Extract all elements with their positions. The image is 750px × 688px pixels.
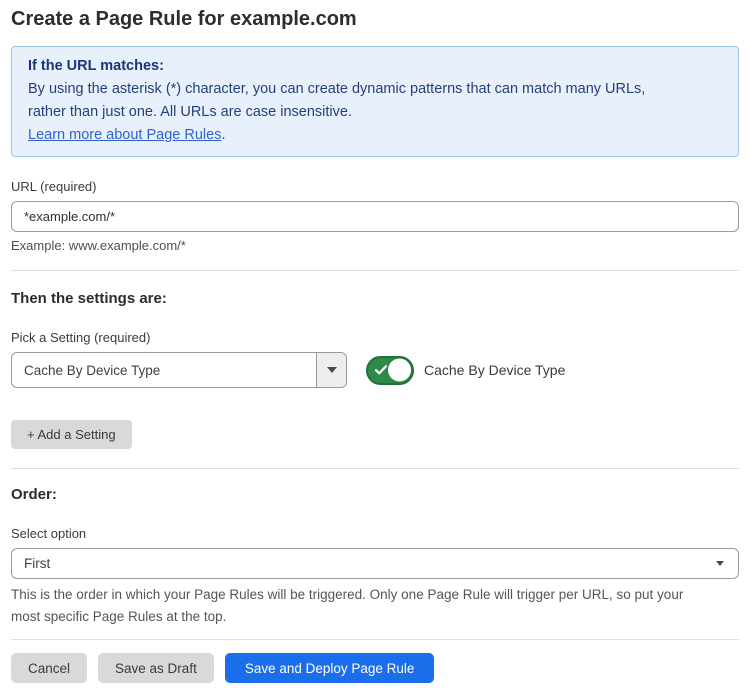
add-setting-button[interactable]: + Add a Setting bbox=[11, 420, 132, 449]
order-helper-line-1: This is the order in which your Page Rul… bbox=[11, 584, 739, 606]
learn-more-link[interactable]: Learn more about Page Rules bbox=[28, 127, 221, 143]
url-match-info-box: If the URL matches: By using the asteris… bbox=[11, 46, 739, 157]
toggle-knob[interactable] bbox=[388, 359, 411, 382]
order-dropdown[interactable]: First bbox=[11, 548, 739, 579]
url-example-helper: Example: www.example.com/* bbox=[11, 238, 739, 253]
divider bbox=[11, 270, 739, 271]
cancel-button[interactable]: Cancel bbox=[11, 653, 87, 683]
divider bbox=[11, 468, 739, 469]
setting-dropdown-value: Cache By Device Type bbox=[12, 353, 316, 387]
page-title: Create a Page Rule for example.com bbox=[11, 6, 739, 32]
order-section-heading: Order: bbox=[11, 486, 739, 504]
divider bbox=[11, 639, 739, 640]
settings-section-heading: Then the settings are: bbox=[11, 290, 739, 308]
link-suffix: . bbox=[221, 127, 225, 143]
save-deploy-button[interactable]: Save and Deploy Page Rule bbox=[225, 653, 435, 683]
order-dropdown-value: First bbox=[24, 556, 50, 571]
cache-device-toggle[interactable] bbox=[366, 356, 414, 385]
save-draft-button[interactable]: Save as Draft bbox=[98, 653, 214, 683]
order-helper-text: This is the order in which your Page Rul… bbox=[11, 584, 739, 628]
setting-dropdown-arrow-button[interactable] bbox=[316, 353, 346, 387]
setting-dropdown[interactable]: Cache By Device Type bbox=[11, 352, 347, 388]
check-icon bbox=[375, 365, 387, 375]
setting-row: Cache By Device Type Cache By Device Typ… bbox=[11, 352, 739, 388]
info-box-body-line-1: By using the asterisk (*) character, you… bbox=[28, 78, 722, 101]
info-box-body-line-2: rather than just one. All URLs are case … bbox=[28, 101, 722, 124]
info-box-heading: If the URL matches: bbox=[28, 55, 722, 78]
chevron-down-icon bbox=[716, 561, 724, 566]
select-option-label: Select option bbox=[11, 526, 739, 541]
pick-setting-label: Pick a Setting (required) bbox=[11, 330, 739, 345]
footer-button-row: Cancel Save as Draft Save and Deploy Pag… bbox=[11, 653, 739, 683]
info-box-link-line: Learn more about Page Rules. bbox=[28, 124, 722, 147]
toggle-label: Cache By Device Type bbox=[424, 362, 565, 378]
chevron-down-icon bbox=[327, 367, 337, 373]
order-helper-line-2: most specific Page Rules at the top. bbox=[11, 606, 739, 628]
create-page-rule-form: Create a Page Rule for example.com If th… bbox=[0, 0, 750, 683]
url-field-label: URL (required) bbox=[11, 179, 739, 194]
url-input[interactable] bbox=[11, 201, 739, 232]
